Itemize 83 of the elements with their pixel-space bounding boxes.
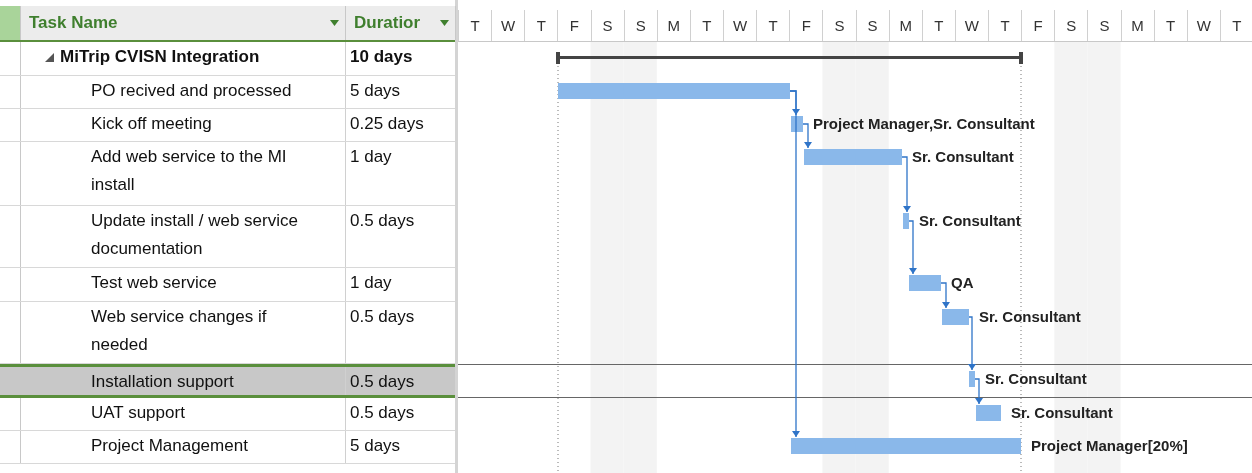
dependency-arrow xyxy=(901,156,911,213)
resource-label: QA xyxy=(951,274,974,291)
task-name: Add web service to the MI install xyxy=(91,146,288,196)
selected-task-row[interactable]: Installation support 0.5 days xyxy=(0,364,455,398)
resource-label: Sr. Consultant xyxy=(1011,404,1113,421)
timescale-day: M xyxy=(888,10,922,41)
timescale-day: T xyxy=(756,10,790,41)
task-duration: 0.5 days xyxy=(349,371,416,393)
task-row[interactable]: PO recived and processed 5 days xyxy=(0,76,455,109)
task-duration: 5 days xyxy=(349,80,402,102)
timescale-day: T xyxy=(689,10,723,41)
collapse-icon[interactable] xyxy=(45,53,54,62)
task-row[interactable]: Test web service 1 day xyxy=(0,268,455,302)
task-duration: 0.5 days xyxy=(349,210,416,232)
task-duration: 1 day xyxy=(349,272,393,294)
task-name: Web service changes if needed xyxy=(91,306,268,356)
timescale-day: S xyxy=(623,10,657,41)
resource-label: Sr. Consultant xyxy=(919,212,1021,229)
task-duration: 5 days xyxy=(349,435,402,457)
task-name: Update install / web service documentation xyxy=(91,210,299,260)
task-row[interactable]: Update install / web service documentation 0.5 days xyxy=(0,206,455,268)
task-duration: 0.5 days xyxy=(349,306,416,328)
timescale-day: S xyxy=(1087,10,1121,41)
timescale-day: F xyxy=(1021,10,1055,41)
task-bar[interactable] xyxy=(969,371,975,387)
timescale-day: S xyxy=(590,10,624,41)
timescale-day: W xyxy=(723,10,757,41)
timescale-day: T xyxy=(988,10,1022,41)
resource-label: Sr. Consultant xyxy=(985,370,1087,387)
timescale-day: T xyxy=(921,10,955,41)
task-name: Installation support xyxy=(91,371,234,393)
task-name: Test web service xyxy=(91,272,217,294)
timescale-day: F xyxy=(557,10,591,41)
timescale-day: W xyxy=(491,10,525,41)
dependency-arrow xyxy=(940,282,950,309)
resource-label: Sr. Consultant xyxy=(979,308,1081,325)
timescale-day: S xyxy=(855,10,889,41)
task-bar[interactable] xyxy=(903,213,909,229)
task-bar[interactable] xyxy=(804,149,902,165)
task-bar[interactable] xyxy=(976,405,1001,421)
task-duration: 10 days xyxy=(349,46,414,68)
task-bar[interactable] xyxy=(942,309,969,325)
task-bar[interactable] xyxy=(558,83,790,99)
column-header[interactable]: Task Name xyxy=(21,6,346,40)
task-name: Kick off meeting xyxy=(91,113,212,135)
timescale-day: T xyxy=(524,10,558,41)
resource-label: Project Manager,Sr. Consultant xyxy=(813,115,1035,132)
dependency-arrow xyxy=(974,378,983,405)
task-name: PO recived and processed xyxy=(91,80,292,102)
timescale-day: S xyxy=(1054,10,1088,41)
dropdown-icon[interactable] xyxy=(440,20,449,26)
row-header-corner xyxy=(0,6,21,40)
task-name: MiTrip CVISN Integration xyxy=(60,46,260,68)
timescale-day: W xyxy=(1186,10,1220,41)
task-name: Project Management xyxy=(91,435,248,457)
timescale-day: W xyxy=(954,10,988,41)
timescale-day: F xyxy=(789,10,823,41)
task-row[interactable]: Project Management 5 days xyxy=(0,431,455,464)
resource-label: Sr. Consultant xyxy=(912,148,1014,165)
summary-bar[interactable] xyxy=(556,52,1023,64)
timescale-day: M xyxy=(656,10,690,41)
dependency-arrow xyxy=(968,316,976,371)
task-duration: 0.25 days xyxy=(349,113,425,135)
task-name: UAT support xyxy=(91,402,185,424)
timescale-day: T xyxy=(1153,10,1187,41)
column-header[interactable]: Duratior xyxy=(346,6,456,40)
task-bar[interactable] xyxy=(909,275,941,291)
task-duration: 0.5 days xyxy=(349,402,416,424)
task-bar[interactable] xyxy=(791,438,1021,454)
resource-label: Project Manager[20%] xyxy=(1031,437,1188,454)
task-row[interactable]: UAT support 0.5 days xyxy=(0,398,455,431)
timescale-day: S xyxy=(822,10,856,41)
task-row[interactable]: Web service changes if needed 0.5 days xyxy=(0,302,455,364)
timescale-day: T xyxy=(458,10,492,41)
task-row[interactable]: Add web service to the MI install 1 day xyxy=(0,142,455,206)
dependency-arrow xyxy=(908,220,917,275)
timescale-day: T xyxy=(1219,10,1252,41)
dependency-arrow xyxy=(802,123,812,149)
dropdown-icon[interactable] xyxy=(330,20,339,26)
task-duration: 1 day xyxy=(349,146,393,168)
timescale-day: M xyxy=(1120,10,1154,41)
task-row[interactable]: MiTrip CVISN Integration 10 days xyxy=(0,42,455,76)
task-row[interactable]: Kick off meeting 0.25 days xyxy=(0,109,455,142)
